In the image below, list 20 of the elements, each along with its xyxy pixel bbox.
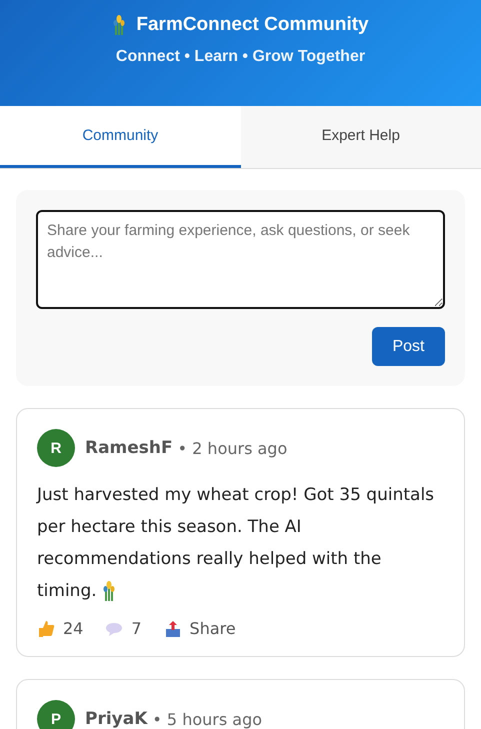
post-input-field[interactable]: Share your farming experience, ask questions, or seek advice... [36, 210, 445, 309]
comment-button[interactable]: 7 [105, 619, 142, 638]
share-button[interactable]: Share [164, 619, 236, 638]
thumbs-up-icon [37, 620, 55, 638]
author-name: PriyaK [85, 709, 148, 729]
outbox-tray-icon [164, 620, 182, 638]
author-name: RameshF [85, 438, 173, 458]
tab[interactable]: Expert Help [240, 106, 481, 168]
like-button[interactable]: 24 [37, 619, 84, 638]
user-avatar: P [37, 700, 75, 729]
speech-bubble-icon [105, 620, 124, 636]
post-time: • 2 hours ago [178, 438, 288, 458]
user-avatar: R [37, 429, 75, 467]
wheat-icon [102, 581, 116, 602]
post-button[interactable]: Post [372, 327, 445, 366]
app-tagline: Connect • Learn • Grow Together [116, 48, 366, 66]
app-title: FarmConnect Community [136, 14, 369, 36]
post-text: Just harvested my wheat crop! Got 35 quintals per hectare this season. The AI recommendations really helped with the timing. [37, 484, 436, 604]
wheat-icon [112, 15, 126, 35]
post-time: • 5 hours ago [152, 710, 262, 728]
